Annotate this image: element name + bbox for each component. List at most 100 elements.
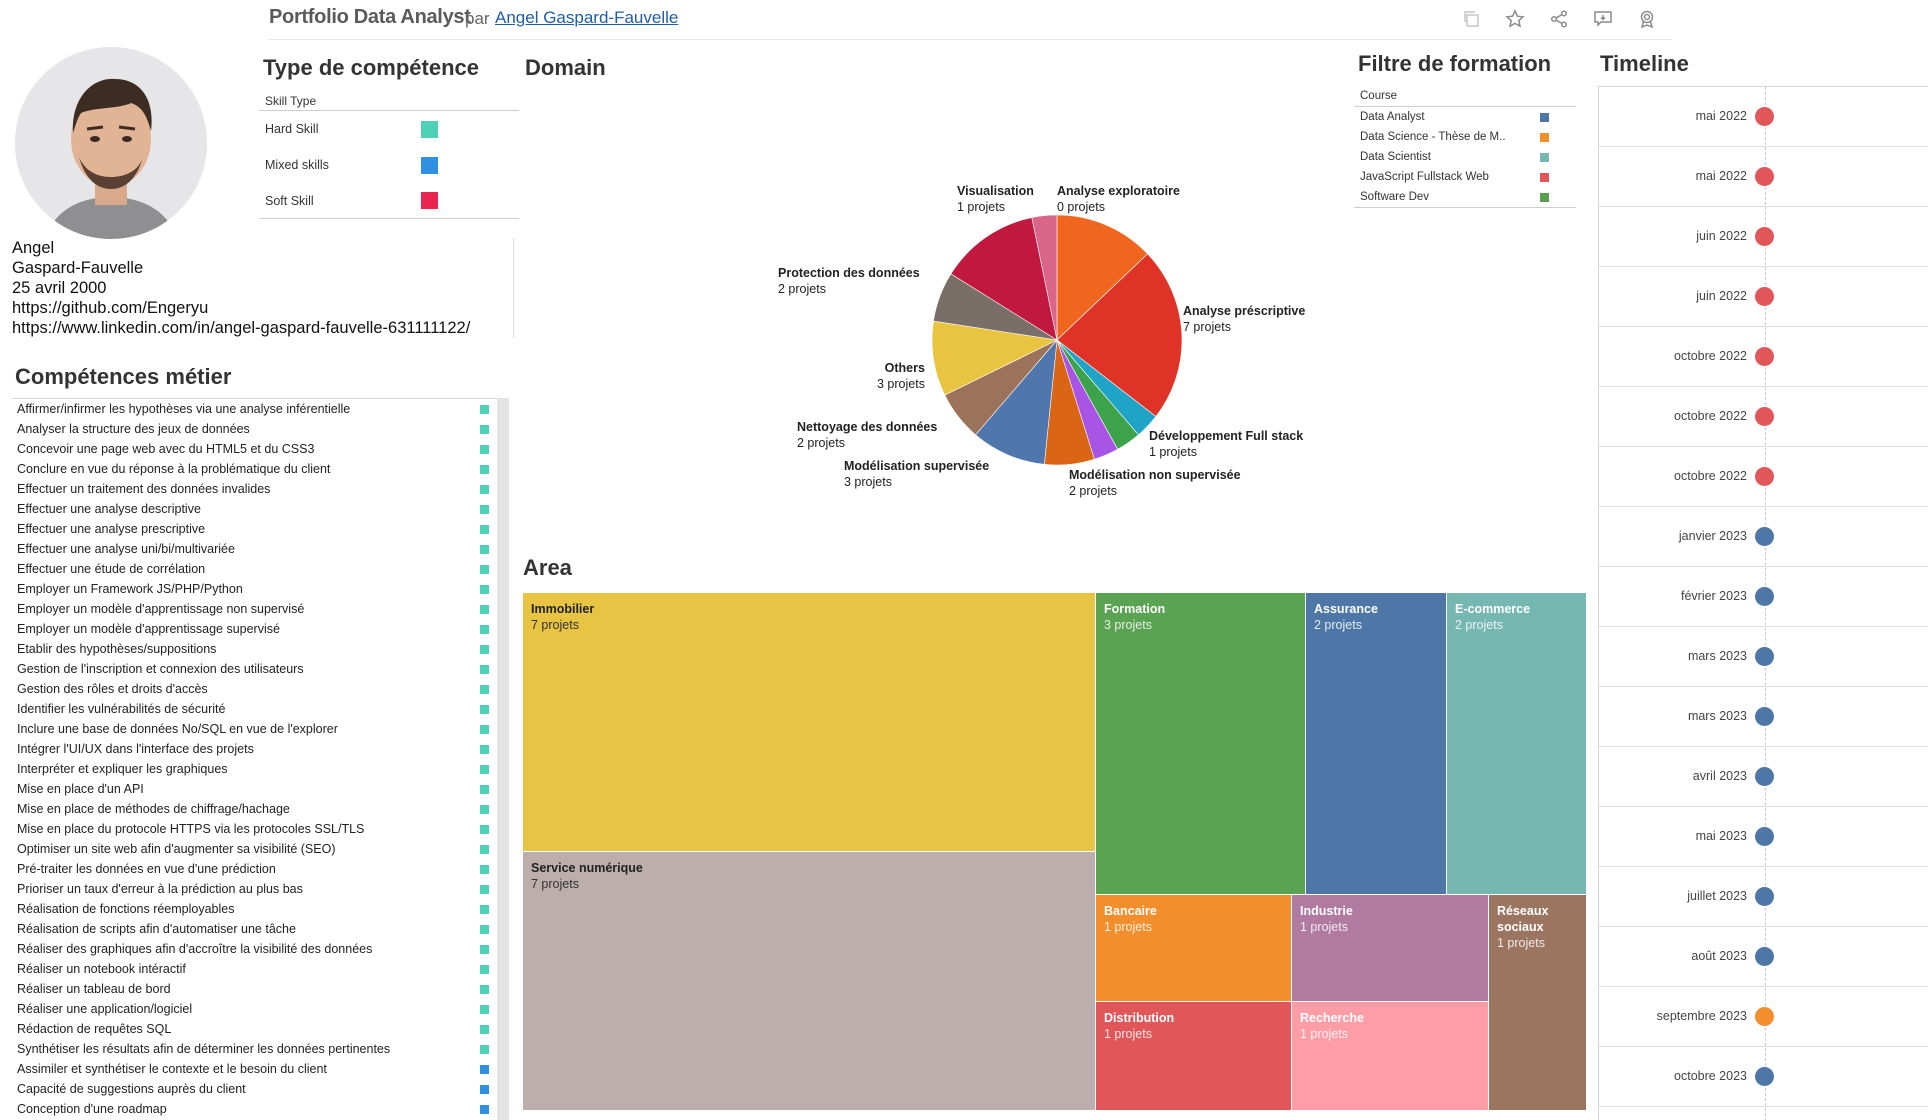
treemap-cell[interactable]: Bancaire 1 projets <box>1096 895 1292 1002</box>
timeline-dot[interactable] <box>1755 287 1774 306</box>
timeline-row[interactable]: octobre 2023 <box>1599 1047 1928 1107</box>
legend-item-soft-skill[interactable]: Soft Skill <box>259 183 519 219</box>
star-icon[interactable] <box>1502 7 1528 31</box>
list-item[interactable]: Effectuer un traitement des données inva… <box>12 479 508 499</box>
list-item[interactable]: Mise en place d'un API <box>12 779 508 799</box>
github-link[interactable]: https://github.com/Engeryu <box>12 298 513 318</box>
timeline-row[interactable]: mai 2022 <box>1599 87 1928 147</box>
timeline-row[interactable]: janvier 2023 <box>1599 507 1928 567</box>
formation-item[interactable]: JavaScript Fullstack Web <box>1354 167 1576 187</box>
timeline-dot[interactable] <box>1755 227 1774 246</box>
list-item[interactable]: Réaliser un notebook intéractif <box>12 959 508 979</box>
legend-item-mixed-skills[interactable]: Mixed skills <box>259 147 519 183</box>
timeline-row[interactable]: mars 2023 <box>1599 687 1928 747</box>
competences-list[interactable]: Affirmer/infirmer les hypothèses via une… <box>12 398 508 1120</box>
copy-icon[interactable] <box>1458 7 1484 31</box>
list-item[interactable]: Employer un modèle d'apprentissage non s… <box>12 599 508 619</box>
timeline-row[interactable]: août 2023 <box>1599 927 1928 987</box>
treemap-cell[interactable]: Industrie 1 projets <box>1292 895 1489 1002</box>
timeline-row[interactable]: mai 2023 <box>1599 807 1928 867</box>
formation-item[interactable]: Software Dev <box>1354 187 1576 207</box>
timeline-chart[interactable]: mai 2022 mai 2022 juin 2022 juin 2022 octobr… <box>1598 86 1928 1120</box>
treemap-cell[interactable]: E-commerce 2 projets <box>1447 593 1587 895</box>
timeline-dot[interactable] <box>1755 767 1774 786</box>
timeline-dot[interactable] <box>1755 887 1774 906</box>
treemap-cell[interactable]: Distribution 1 projets <box>1096 1002 1292 1111</box>
list-item[interactable]: Réaliser des graphiques afin d'accroître… <box>12 939 508 959</box>
list-item[interactable]: Affirmer/infirmer les hypothèses via une… <box>12 399 508 419</box>
treemap-cell[interactable]: Recherche 1 projets <box>1292 1002 1489 1111</box>
treemap-cell[interactable]: Service numérique 7 projets <box>523 852 1096 1111</box>
timeline-row[interactable]: juillet 2023 <box>1599 867 1928 927</box>
timeline-row[interactable]: octobre 2022 <box>1599 387 1928 447</box>
timeline-dot[interactable] <box>1755 1067 1774 1086</box>
list-item[interactable]: Analyser la structure des jeux de donnée… <box>12 419 508 439</box>
timeline-dot[interactable] <box>1755 1007 1774 1026</box>
list-item[interactable]: Mise en place du protocole HTTPS via les… <box>12 819 508 839</box>
timeline-row[interactable]: mars 2023 <box>1599 627 1928 687</box>
timeline-row[interactable]: juin 2022 <box>1599 267 1928 327</box>
list-item[interactable]: Conclure en vue du réponse à la probléma… <box>12 459 508 479</box>
list-item[interactable]: Employer un modèle d'apprentissage super… <box>12 619 508 639</box>
treemap-cell[interactable]: Réseaux sociaux 1 projets <box>1489 895 1587 1111</box>
list-item[interactable]: Réaliser une application/logiciel <box>12 999 508 1019</box>
list-item[interactable]: Concevoir une page web avec du HTML5 et … <box>12 439 508 459</box>
list-item[interactable]: Conception d'une roadmap <box>12 1099 508 1119</box>
list-item[interactable]: Inclure une base de données No/SQL en vu… <box>12 719 508 739</box>
list-item[interactable]: Réaliser un tableau de bord <box>12 979 508 999</box>
timeline-dot[interactable] <box>1755 407 1774 426</box>
linkedin-link[interactable]: https://www.linkedin.com/in/angel-gaspar… <box>12 318 513 338</box>
competences-scrollbar[interactable] <box>497 398 509 1120</box>
timeline-row[interactable]: avril 2023 <box>1599 747 1928 807</box>
timeline-dot[interactable] <box>1755 347 1774 366</box>
timeline-row[interactable]: octobre 2022 <box>1599 447 1928 507</box>
badge-icon[interactable] <box>1634 7 1660 31</box>
list-item[interactable]: Prioriser un taux d'erreur à la prédicti… <box>12 879 508 899</box>
timeline-dot[interactable] <box>1755 167 1774 186</box>
list-item[interactable]: Réalisation de scripts afin d'automatise… <box>12 919 508 939</box>
list-item[interactable]: Capacité de suggestions auprès du client <box>12 1079 508 1099</box>
timeline-row[interactable]: octobre 2022 <box>1599 327 1928 387</box>
list-item[interactable]: Effectuer une analyse descriptive <box>12 499 508 519</box>
timeline-dot[interactable] <box>1755 707 1774 726</box>
comment-icon[interactable] <box>1590 7 1616 31</box>
timeline-dot[interactable] <box>1755 107 1774 126</box>
list-item[interactable]: Intégrer l'UI/UX dans l'interface des pr… <box>12 739 508 759</box>
list-item[interactable]: Mise en place de méthodes de chiffrage/h… <box>12 799 508 819</box>
treemap-cell[interactable]: Immobilier 7 projets <box>523 593 1096 852</box>
legend-item-hard-skill[interactable]: Hard Skill <box>259 111 519 147</box>
timeline-row[interactable]: mai 2022 <box>1599 147 1928 207</box>
timeline-row[interactable]: février 2023 <box>1599 567 1928 627</box>
list-item[interactable]: Gestion des rôles et droits d'accès <box>12 679 508 699</box>
list-item[interactable]: Effectuer une analyse uni/bi/multivariée <box>12 539 508 559</box>
timeline-dot[interactable] <box>1755 527 1774 546</box>
timeline-dot[interactable] <box>1755 467 1774 486</box>
list-item[interactable]: Interpréter et expliquer les graphiques <box>12 759 508 779</box>
area-treemap[interactable]: Immobilier 7 projets Service numérique 7 pr… <box>523 593 1587 1111</box>
list-item[interactable]: Rédaction de requêtes SQL <box>12 1019 508 1039</box>
list-item[interactable]: Effectuer une analyse prescriptive <box>12 519 508 539</box>
list-item[interactable]: Etablir des hypothèses/suppositions <box>12 639 508 659</box>
timeline-row[interactable]: juin 2022 <box>1599 207 1928 267</box>
list-item[interactable]: Synthétiser les résultats afin de déterm… <box>12 1039 508 1059</box>
treemap-cell[interactable]: Assurance 2 projets <box>1306 593 1447 895</box>
list-item[interactable]: Assimiler et synthétiser le contexte et … <box>12 1059 508 1079</box>
timeline-dot[interactable] <box>1755 827 1774 846</box>
timeline-row[interactable]: septembre 2023 <box>1599 987 1928 1047</box>
timeline-dot[interactable] <box>1755 587 1774 606</box>
formation-item[interactable]: Data Science - Thèse de M.. <box>1354 127 1576 147</box>
timeline-dot[interactable] <box>1755 947 1774 966</box>
author-link[interactable]: Angel Gaspard-Fauvelle <box>495 8 678 28</box>
list-item[interactable]: Employer un Framework JS/PHP/Python <box>12 579 508 599</box>
list-item[interactable]: Identifier les vulnérabilités de sécurit… <box>12 699 508 719</box>
list-item[interactable]: Gestion de l'inscription et connexion de… <box>12 659 508 679</box>
share-icon[interactable] <box>1546 7 1572 31</box>
list-item[interactable]: Effectuer une étude de corrélation <box>12 559 508 579</box>
formation-item[interactable]: Data Analyst <box>1354 107 1576 127</box>
list-item[interactable]: Réalisation de fonctions réemployables <box>12 899 508 919</box>
formation-item[interactable]: Data Scientist <box>1354 147 1576 167</box>
list-item[interactable]: Optimiser un site web afin d'augmenter s… <box>12 839 508 859</box>
timeline-dot[interactable] <box>1755 647 1774 666</box>
treemap-cell[interactable]: Formation 3 projets <box>1096 593 1306 895</box>
list-item[interactable]: Pré-traiter les données en vue d'une pré… <box>12 859 508 879</box>
